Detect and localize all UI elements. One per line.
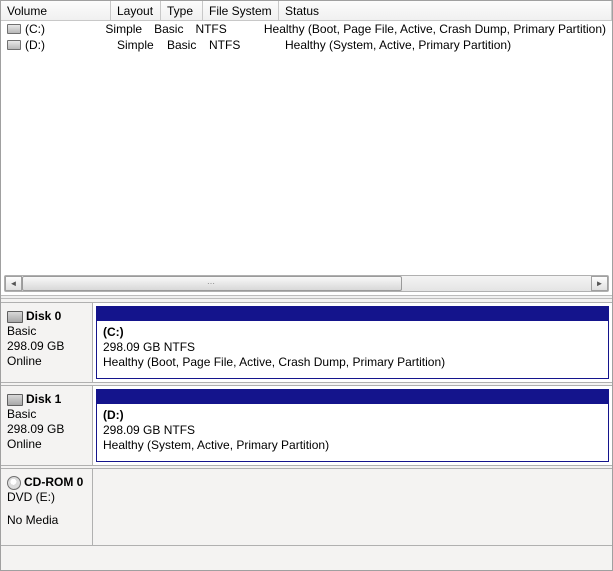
disk-size: 298.09 GB (7, 339, 86, 354)
partition-text: (D:) 298.09 GB NTFS Healthy (System, Act… (97, 404, 608, 461)
disk-label-block: CD-ROM 0 DVD (E:) No Media (1, 469, 93, 545)
spacer (7, 505, 86, 513)
disk-type: DVD (E:) (7, 490, 86, 505)
disk-state: Online (7, 437, 86, 452)
volume-icon (7, 40, 21, 50)
scrollbar-track[interactable]: ⋯ (22, 276, 591, 291)
partition-color-stripe (97, 307, 608, 321)
volume-fs: NTFS (189, 22, 257, 36)
disk-icon (7, 394, 23, 406)
volume-layout: Simple (99, 22, 148, 36)
cdrom-icon (7, 476, 21, 490)
disk-row[interactable]: Disk 0 Basic 298.09 GB Online (C:) 298.0… (1, 302, 612, 383)
disk-icon (7, 311, 23, 323)
volume-row[interactable]: (C:) Simple Basic NTFS Healthy (Boot, Pa… (1, 21, 612, 37)
volume-name: (C:) (25, 22, 45, 36)
disk-state: No Media (7, 513, 86, 528)
scroll-right-button[interactable]: ► (591, 276, 608, 291)
column-header-status[interactable]: Status (279, 1, 612, 21)
disk-type: Basic (7, 324, 86, 339)
horizontal-scrollbar[interactable]: ◄ ⋯ ► (4, 275, 609, 292)
volume-type: Basic (161, 38, 203, 52)
volume-layout: Simple (111, 38, 161, 52)
partition-status: Healthy (Boot, Page File, Active, Crash … (103, 355, 602, 370)
column-header-filesystem[interactable]: File System (203, 1, 279, 21)
disk-title: CD-ROM 0 (24, 475, 83, 489)
disk-title: Disk 0 (26, 309, 61, 323)
disk-label-block: Disk 1 Basic 298.09 GB Online (1, 386, 93, 465)
disk-label-block: Disk 0 Basic 298.09 GB Online (1, 303, 93, 382)
volume-list-pane: Volume Layout Type File System Status (C… (1, 1, 612, 295)
volume-header-row: Volume Layout Type File System Status (1, 1, 612, 21)
disk-graphical-pane: Disk 0 Basic 298.09 GB Online (C:) 298.0… (1, 299, 612, 570)
partition-name: (C:) (103, 325, 602, 340)
volume-name-cell: (D:) (1, 38, 111, 52)
column-header-volume[interactable]: Volume (1, 1, 111, 21)
partition-sizefs: 298.09 GB NTFS (103, 340, 602, 355)
partition-box[interactable]: (D:) 298.09 GB NTFS Healthy (System, Act… (96, 389, 609, 462)
partition-name: (D:) (103, 408, 602, 423)
volume-icon (7, 24, 21, 34)
partition-color-stripe (97, 390, 608, 404)
partition-text: (C:) 298.09 GB NTFS Healthy (Boot, Page … (97, 321, 608, 378)
scroll-left-button[interactable]: ◄ (5, 276, 22, 291)
volume-name: (D:) (25, 38, 45, 52)
partition-box[interactable]: (C:) 298.09 GB NTFS Healthy (Boot, Page … (96, 306, 609, 379)
disk-state: Online (7, 354, 86, 369)
disk-size: 298.09 GB (7, 422, 86, 437)
disk-row[interactable]: CD-ROM 0 DVD (E:) No Media (1, 468, 612, 546)
volume-status: Healthy (Boot, Page File, Active, Crash … (258, 22, 612, 36)
disk-row[interactable]: Disk 1 Basic 298.09 GB Online (D:) 298.0… (1, 385, 612, 466)
disk-type: Basic (7, 407, 86, 422)
partition-sizefs: 298.09 GB NTFS (103, 423, 602, 438)
disk-partition-area (93, 469, 612, 545)
column-header-type[interactable]: Type (161, 1, 203, 21)
disk-partition-area: (C:) 298.09 GB NTFS Healthy (Boot, Page … (93, 303, 612, 382)
partition-status: Healthy (System, Active, Primary Partiti… (103, 438, 602, 453)
volume-name-cell: (C:) (1, 22, 99, 36)
volume-row[interactable]: (D:) Simple Basic NTFS Healthy (System, … (1, 37, 612, 53)
volume-status: Healthy (System, Active, Primary Partiti… (279, 38, 612, 52)
column-header-layout[interactable]: Layout (111, 1, 161, 21)
disk-partition-area: (D:) 298.09 GB NTFS Healthy (System, Act… (93, 386, 612, 465)
volume-type: Basic (148, 22, 189, 36)
disk-title: Disk 1 (26, 392, 61, 406)
scrollbar-thumb[interactable]: ⋯ (22, 276, 402, 291)
volume-fs: NTFS (203, 38, 279, 52)
